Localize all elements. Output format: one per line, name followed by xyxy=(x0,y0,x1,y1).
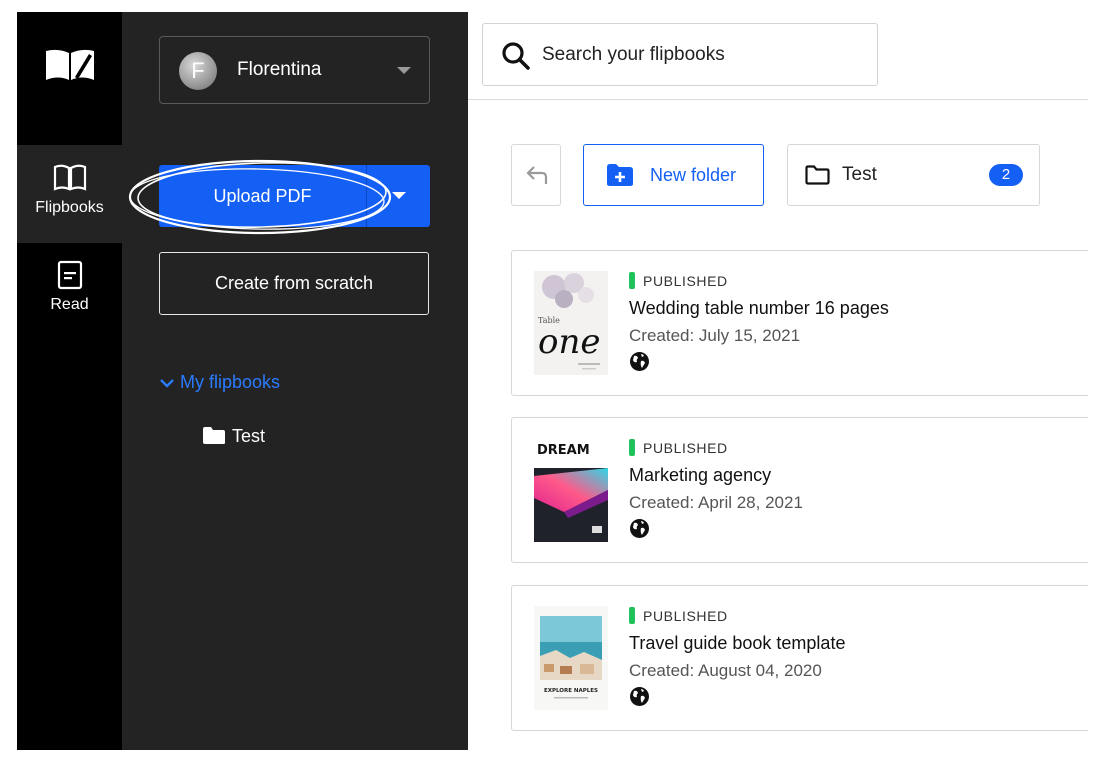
status-indicator xyxy=(629,439,635,456)
globe-icon xyxy=(630,352,649,371)
flipbooks-panel: F Florentina Upload PDF Create from scra… xyxy=(122,12,468,750)
tree-folder-label: Test xyxy=(232,426,266,446)
back-button[interactable] xyxy=(511,144,561,206)
flipbook-title[interactable]: Marketing agency xyxy=(629,465,771,486)
flipbook-created-date: Created: July 15, 2021 xyxy=(629,326,801,345)
new-folder-label: New folder xyxy=(650,165,737,185)
upload-pdf-button[interactable]: Upload PDF xyxy=(159,165,366,227)
app-window: Flipbooks Read F Florentina Upload PDF C… xyxy=(17,12,1088,750)
folder-chip-label: Test xyxy=(842,164,877,185)
folder-plus-icon xyxy=(607,164,633,186)
flipbook-title[interactable]: Wedding table number 16 pages xyxy=(629,298,889,319)
flipbook-card[interactable]: DREAM PUBLISHED Marketing agency Created… xyxy=(511,417,1088,563)
flipbook-cover-thumbnail: Table one xyxy=(534,271,608,375)
status-badge: PUBLISHED xyxy=(629,272,728,289)
status-indicator xyxy=(629,272,635,289)
upload-split-button: Upload PDF xyxy=(159,165,430,227)
rail-item-read[interactable]: Read xyxy=(17,243,122,341)
account-name: Florentina xyxy=(237,59,322,80)
caret-down-icon xyxy=(392,192,406,199)
folder-icon xyxy=(805,165,830,185)
cover-title-text: EXPLORE NAPLES xyxy=(544,688,598,694)
main-content: Search your flipbooks New folder Test 2 xyxy=(468,12,1088,750)
flipbook-title[interactable]: Travel guide book template xyxy=(629,633,845,654)
create-from-scratch-button[interactable]: Create from scratch xyxy=(159,252,429,315)
document-icon xyxy=(57,260,82,290)
tree-root-label: My flipbooks xyxy=(180,372,281,392)
status-badge: PUBLISHED xyxy=(629,439,728,456)
cover-script-text: one xyxy=(538,322,601,362)
folder-icon xyxy=(203,427,225,444)
top-bar: Search your flipbooks xyxy=(468,12,1088,100)
folder-chip-test[interactable]: Test 2 xyxy=(787,144,1040,206)
status-text: PUBLISHED xyxy=(643,608,728,624)
search-input[interactable]: Search your flipbooks xyxy=(482,23,878,86)
folder-count-badge: 2 xyxy=(989,164,1023,186)
flipbook-cover-thumbnail: DREAM xyxy=(534,438,608,542)
tree-folder-test[interactable]: Test xyxy=(202,426,265,447)
avatar: F xyxy=(179,52,217,90)
flipbook-created-date: Created: April 28, 2021 xyxy=(629,493,803,512)
back-arrow-icon xyxy=(526,166,548,184)
status-badge: PUBLISHED xyxy=(629,607,728,624)
globe-icon xyxy=(630,519,649,538)
search-placeholder: Search your flipbooks xyxy=(542,44,725,65)
new-folder-button[interactable]: New folder xyxy=(583,144,764,206)
chevron-down-icon xyxy=(397,67,411,74)
status-text: PUBLISHED xyxy=(643,273,728,289)
open-book-pen-icon[interactable] xyxy=(45,48,95,82)
search-icon xyxy=(502,42,530,70)
cover-title-text: DREAM xyxy=(537,443,590,458)
status-indicator xyxy=(629,607,635,624)
account-switcher[interactable]: F Florentina xyxy=(159,36,430,104)
flipbook-created-date: Created: August 04, 2020 xyxy=(629,661,822,680)
flipbook-card[interactable]: EXPLORE NAPLES PUBLISHED Travel guide bo… xyxy=(511,585,1088,731)
flipbook-card[interactable]: Table one PUBLISHED Wedding table number… xyxy=(511,250,1088,396)
rail-item-read-label: Read xyxy=(50,296,89,313)
rail-item-flipbooks-label: Flipbooks xyxy=(35,199,104,216)
chevron-down-icon xyxy=(160,379,174,388)
status-text: PUBLISHED xyxy=(643,440,728,456)
left-rail: Flipbooks Read xyxy=(17,12,122,750)
rail-item-flipbooks[interactable]: Flipbooks xyxy=(17,145,122,243)
flipbook-cover-thumbnail: EXPLORE NAPLES xyxy=(534,606,608,710)
upload-options-button[interactable] xyxy=(366,165,430,227)
globe-icon xyxy=(630,687,649,706)
tree-root-my-flipbooks[interactable]: My flipbooks xyxy=(160,372,280,393)
open-book-icon xyxy=(53,164,86,191)
